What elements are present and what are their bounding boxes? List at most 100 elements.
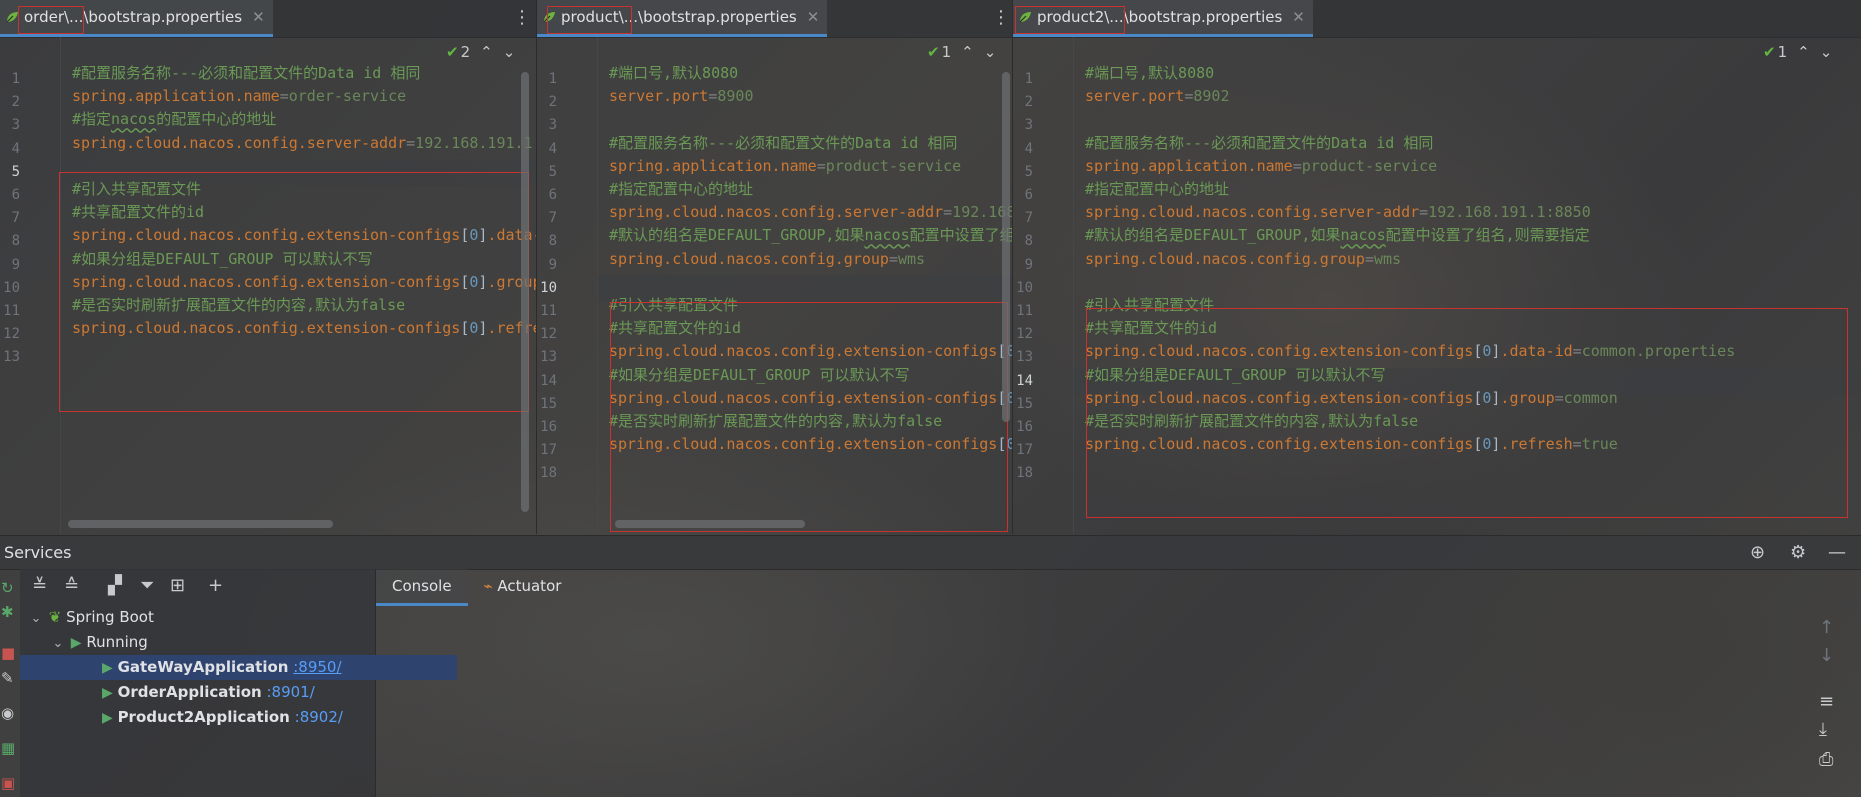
stop-icon[interactable]: ■	[1, 644, 15, 662]
soft-wrap-icon[interactable]: ≡	[1819, 691, 1834, 712]
line-number: 6	[11, 187, 20, 203]
code-token: #是否实时刷新扩展配置文件的内容,默认为false	[72, 296, 406, 314]
close-icon[interactable]: ✕	[252, 8, 265, 26]
code-token: wms	[898, 249, 926, 268]
inspection-widget[interactable]: ✔ 1 ⌃ ⌄	[1763, 43, 1832, 61]
vertical-scrollbar[interactable]	[1002, 72, 1010, 422]
line-number: 12	[540, 326, 557, 343]
code-token: spring.cloud.nacos.config.extension-conf…	[609, 342, 998, 361]
editor-tab-bar: product2\...\bootstrap.properties ✕	[1013, 0, 1861, 38]
code-token: .group	[1500, 388, 1555, 407]
tree-node-spring-boot[interactable]: ⌄ ❦ Spring Boot	[20, 605, 383, 630]
vertical-scrollbar[interactable]	[521, 72, 529, 512]
group-icon[interactable]: ▞	[108, 575, 122, 596]
inspection-count: 1	[1777, 43, 1788, 61]
chevron-up-icon[interactable]: ⌃	[480, 43, 493, 61]
code-token: spring.application.name	[609, 156, 817, 175]
line-number: 14	[540, 372, 557, 389]
minimize-icon[interactable]: —	[1828, 542, 1846, 563]
services-action-strip: ↻ ✱ ■ ✎ ◉ ▦ ▣	[0, 569, 20, 797]
tree-node-running[interactable]: ⌄ ▶ Running	[20, 630, 405, 655]
app-name: OrderApplication	[117, 683, 262, 701]
line-gutter: 1 2 3 4 5 6 7 8 9 10 11 12 13	[0, 37, 61, 534]
code-token: #是否实时刷新扩展配置文件的内容,默认为false	[609, 412, 943, 430]
chevron-down-icon[interactable]: ⌄	[1820, 43, 1833, 61]
add-icon[interactable]: +	[208, 575, 223, 596]
editor-tab-product[interactable]: product\...\bootstrap.properties ✕	[537, 0, 828, 37]
code-token: spring.cloud.nacos.config.group	[1085, 249, 1365, 268]
inspection-widget[interactable]: ✔ 1 ⌃ ⌄	[927, 43, 996, 61]
chevron-down-icon[interactable]: ⌄	[503, 43, 516, 61]
arrow-down-icon[interactable]: ↓	[1819, 645, 1834, 666]
print-icon[interactable]: ⎙	[1819, 749, 1833, 770]
tab-console[interactable]: Console	[376, 569, 468, 606]
check-icon: ✔	[1763, 43, 1776, 61]
code-token: true	[1581, 435, 1618, 454]
app-port-link[interactable]: :8950/	[293, 658, 341, 676]
tab-actuator[interactable]: ⌁ Actuator	[468, 569, 578, 606]
properties-file-icon	[6, 12, 18, 23]
arrow-up-icon[interactable]: ↑	[1819, 617, 1834, 638]
code-line: spring.cloud.nacos.config.server-addr=19…	[72, 130, 536, 157]
code-token: 192.168.191.1:8850	[1428, 203, 1591, 222]
chevron-down-icon[interactable]: ⌄	[984, 43, 997, 61]
more-options-icon[interactable]: ⋮	[992, 8, 1010, 28]
code-token: spring.cloud.nacos.config.server-addr	[1085, 203, 1420, 222]
app-port-link[interactable]: :8901/	[266, 683, 314, 701]
code-token: spring.cloud.nacos.config.extension-conf…	[1085, 435, 1474, 454]
debug-icon[interactable]: ✱	[1, 603, 14, 621]
line-number: 9	[548, 256, 557, 273]
code-line: spring.cloud.nacos.config.extension-conf…	[609, 431, 1012, 458]
line-number: 1	[548, 71, 557, 87]
tree-node-label: Spring Boot	[66, 608, 154, 626]
line-number: 12	[3, 326, 20, 343]
camera-icon[interactable]: ◉	[1, 704, 14, 722]
expand-all-icon[interactable]: ≚	[32, 575, 47, 596]
chevron-up-icon[interactable]: ⌃	[961, 43, 974, 61]
line-number: 12	[1016, 326, 1033, 343]
rerun-icon[interactable]: ↻	[1, 579, 14, 597]
code-token: server.port	[1085, 87, 1185, 106]
more-options-icon[interactable]: ⋮	[513, 8, 531, 28]
inspection-widget[interactable]: ✔ 2 ⌃ ⌄	[446, 43, 515, 61]
horizontal-scrollbar[interactable]	[68, 520, 333, 528]
line-number: 17	[540, 442, 557, 459]
line-number: 7	[548, 210, 557, 227]
line-number: 7	[1024, 210, 1033, 227]
layout-icon[interactable]: ▦	[1, 739, 15, 757]
code-token: wms	[1374, 249, 1402, 268]
chevron-down-icon[interactable]: ⌄	[50, 631, 66, 656]
scroll-to-end-icon[interactable]: ⤓	[1819, 719, 1827, 740]
close-icon[interactable]: ✕	[1292, 8, 1305, 26]
close-panel-icon[interactable]: ▣	[1, 774, 15, 792]
line-number: 2	[548, 94, 557, 111]
line-number: 4	[11, 140, 20, 157]
line-number: 9	[11, 256, 20, 273]
code-token: =	[1572, 435, 1582, 454]
line-number: 16	[540, 419, 557, 435]
editor-pane-product: product\...\bootstrap.properties ✕ ⋮ ✔ 1…	[537, 0, 1013, 534]
app-port-link[interactable]: :8902/	[295, 708, 343, 726]
close-icon[interactable]: ✕	[807, 8, 820, 26]
gear-icon[interactable]: ⚙	[1790, 542, 1806, 563]
editor-tab-product2[interactable]: product2\...\bootstrap.properties ✕	[1013, 0, 1313, 37]
code-token: 配置中设置了组名,则需要指定	[1385, 226, 1590, 245]
editor-tab-order[interactable]: order\...\bootstrap.properties ✕	[0, 0, 273, 37]
wrench-icon[interactable]: ✎	[1, 669, 14, 687]
line-number: 17	[1016, 442, 1033, 459]
code-token: #共享配置文件的id	[72, 203, 205, 222]
code-token: order-service	[288, 87, 407, 106]
horizontal-scrollbar[interactable]	[615, 520, 805, 528]
code-token: #引入共享配置文件	[72, 180, 202, 198]
filter-icon[interactable]: ⏷	[140, 575, 154, 596]
chevron-down-icon[interactable]: ⌄	[28, 606, 44, 631]
code-token: spring.cloud.nacos.config.group	[609, 249, 889, 268]
new-tab-icon[interactable]: ⊞	[170, 575, 185, 596]
editor-tab-bar: product\...\bootstrap.properties ✕ ⋮	[537, 0, 1012, 38]
collapse-all-icon[interactable]: ≙	[64, 575, 79, 596]
crosshair-icon[interactable]: ⊕	[1750, 542, 1765, 563]
chevron-up-icon[interactable]: ⌃	[1797, 43, 1810, 61]
code-token: #配置服务名称---必须和配置文件的Data id 相同	[609, 133, 958, 152]
code-line: spring.cloud.nacos.config.group=wms	[609, 246, 925, 273]
line-number: 3	[548, 117, 557, 134]
